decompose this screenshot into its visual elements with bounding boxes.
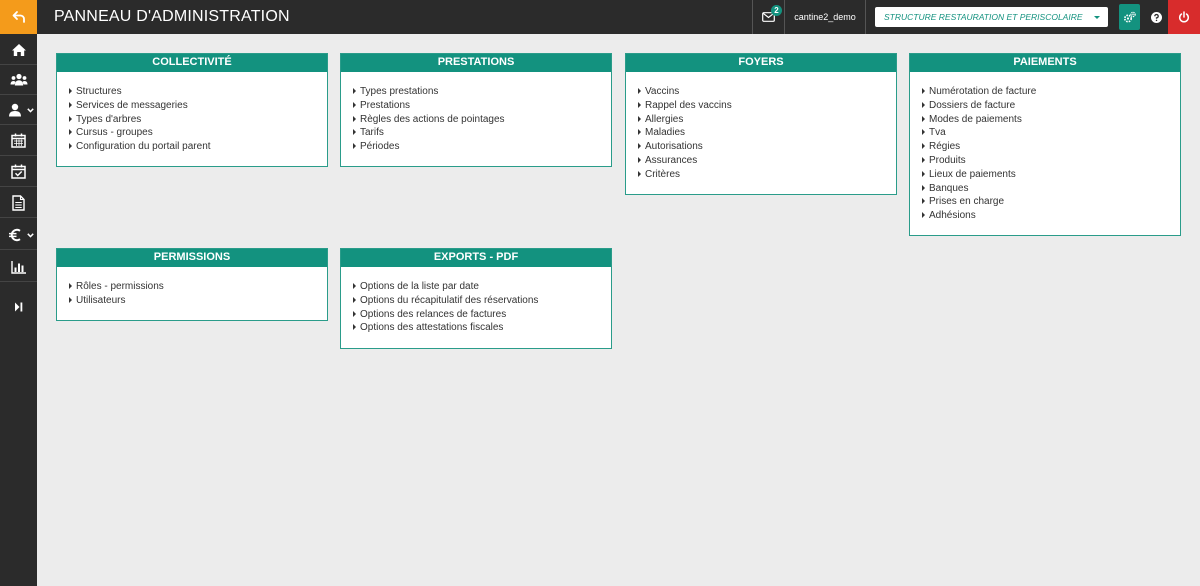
sidebar-item-home[interactable] — [0, 35, 37, 65]
euro-icon — [8, 228, 21, 241]
panel-foyers: FOYERS Vaccins Rappel des vaccins Allerg… — [625, 53, 897, 195]
sidebar-item-reservations[interactable] — [0, 157, 37, 187]
bar-chart-icon — [10, 260, 26, 274]
messages-button[interactable]: 2 — [752, 0, 784, 34]
sidebar-item-user[interactable] — [0, 95, 37, 125]
chevron-down-icon — [27, 233, 34, 238]
document-icon — [12, 194, 25, 211]
cogs-icon — [1123, 11, 1136, 23]
help-button[interactable] — [1146, 0, 1166, 34]
username-label[interactable]: cantine2_demo — [784, 0, 866, 34]
link-criteres[interactable]: Critères — [638, 168, 884, 182]
panel-title: PERMISSIONS — [57, 249, 327, 267]
link-regies[interactable]: Régies — [922, 140, 1168, 154]
page-title: PANNEAU D'ADMINISTRATION — [54, 8, 290, 25]
panel-permissions: PERMISSIONS Rôles - permissions Utilisat… — [56, 248, 328, 321]
panel-title: PAIEMENTS — [910, 54, 1180, 72]
panel-collectivite: COLLECTIVITÉ Structures Services de mess… — [56, 53, 328, 167]
link-structures[interactable]: Structures — [69, 85, 315, 99]
expand-sidebar-icon — [15, 302, 23, 312]
user-icon — [8, 103, 21, 116]
users-group-icon — [10, 73, 27, 85]
link-banques[interactable]: Banques — [922, 182, 1168, 196]
link-cursus-groupes[interactable]: Cursus - groupes — [69, 126, 315, 140]
panel-exports-pdf: EXPORTS - PDF Options de la liste par da… — [340, 248, 612, 349]
link-periodes[interactable]: Périodes — [353, 140, 599, 154]
sidebar-expand-toggle[interactable] — [0, 292, 37, 322]
link-services-messageries[interactable]: Services de messageries — [69, 99, 315, 113]
link-utilisateurs[interactable]: Utilisateurs — [69, 294, 315, 308]
chevron-down-icon — [27, 108, 34, 113]
panel-title: FOYERS — [626, 54, 896, 72]
power-icon — [1179, 11, 1189, 23]
link-autorisations[interactable]: Autorisations — [638, 140, 884, 154]
caret-down-icon — [1094, 16, 1100, 19]
link-rappel-vaccins[interactable]: Rappel des vaccins — [638, 99, 884, 113]
panel-prestations: PRESTATIONS Types prestations Prestation… — [340, 53, 612, 167]
link-maladies[interactable]: Maladies — [638, 126, 884, 140]
panel-paiements: PAIEMENTS Numérotation de facture Dossie… — [909, 53, 1181, 236]
link-numerotation-facture[interactable]: Numérotation de facture — [922, 85, 1168, 99]
question-circle-icon — [1150, 11, 1162, 23]
panel-title: EXPORTS - PDF — [341, 249, 611, 267]
back-button[interactable] — [0, 0, 37, 34]
sidebar-item-documents[interactable] — [0, 188, 37, 218]
link-produits[interactable]: Produits — [922, 154, 1168, 168]
structure-select[interactable]: STRUCTURE RESTAURATION ET PERISCOLAIRE — [875, 7, 1108, 27]
structure-select-value: STRUCTURE RESTAURATION ET PERISCOLAIRE — [884, 12, 1083, 22]
link-modes-paiements[interactable]: Modes de paiements — [922, 113, 1168, 127]
link-options-attestations[interactable]: Options des attestations fiscales — [353, 321, 599, 335]
settings-button[interactable] — [1119, 4, 1140, 30]
link-types-arbres[interactable]: Types d'arbres — [69, 113, 315, 127]
link-adhesions[interactable]: Adhésions — [922, 209, 1168, 223]
messages-count-badge: 2 — [771, 5, 782, 16]
top-bar: PANNEAU D'ADMINISTRATION 2 cantine2_demo… — [0, 0, 1200, 34]
link-allergies[interactable]: Allergies — [638, 113, 884, 127]
sidebar-item-families[interactable] — [0, 65, 37, 95]
panel-title: PRESTATIONS — [341, 54, 611, 72]
sidebar-item-statistics[interactable] — [0, 252, 37, 282]
sidebar-item-calendar[interactable] — [0, 126, 37, 156]
sidebar — [0, 34, 37, 586]
sidebar-item-billing[interactable] — [0, 220, 37, 250]
link-tarifs[interactable]: Tarifs — [353, 126, 599, 140]
calendar-icon — [11, 133, 26, 148]
home-icon — [11, 43, 26, 56]
link-configuration-portail[interactable]: Configuration du portail parent — [69, 140, 315, 154]
undo-arrow-icon — [12, 11, 25, 23]
link-regles-pointages[interactable]: Règles des actions de pointages — [353, 113, 599, 127]
link-tva[interactable]: Tva — [922, 126, 1168, 140]
link-options-liste-date[interactable]: Options de la liste par date — [353, 280, 599, 294]
link-options-recapitulatif[interactable]: Options du récapitulatif des réservation… — [353, 294, 599, 308]
link-dossiers-facture[interactable]: Dossiers de facture — [922, 99, 1168, 113]
link-roles-permissions[interactable]: Rôles - permissions — [69, 280, 315, 294]
link-lieux-paiements[interactable]: Lieux de paiements — [922, 168, 1168, 182]
panel-title: COLLECTIVITÉ — [57, 54, 327, 72]
link-prestations[interactable]: Prestations — [353, 99, 599, 113]
link-assurances[interactable]: Assurances — [638, 154, 884, 168]
link-types-prestations[interactable]: Types prestations — [353, 85, 599, 99]
link-prises-en-charge[interactable]: Prises en charge — [922, 195, 1168, 209]
link-vaccins[interactable]: Vaccins — [638, 85, 884, 99]
link-options-relances[interactable]: Options des relances de factures — [353, 308, 599, 322]
logout-button[interactable] — [1168, 0, 1200, 34]
calendar-check-icon — [11, 164, 26, 179]
